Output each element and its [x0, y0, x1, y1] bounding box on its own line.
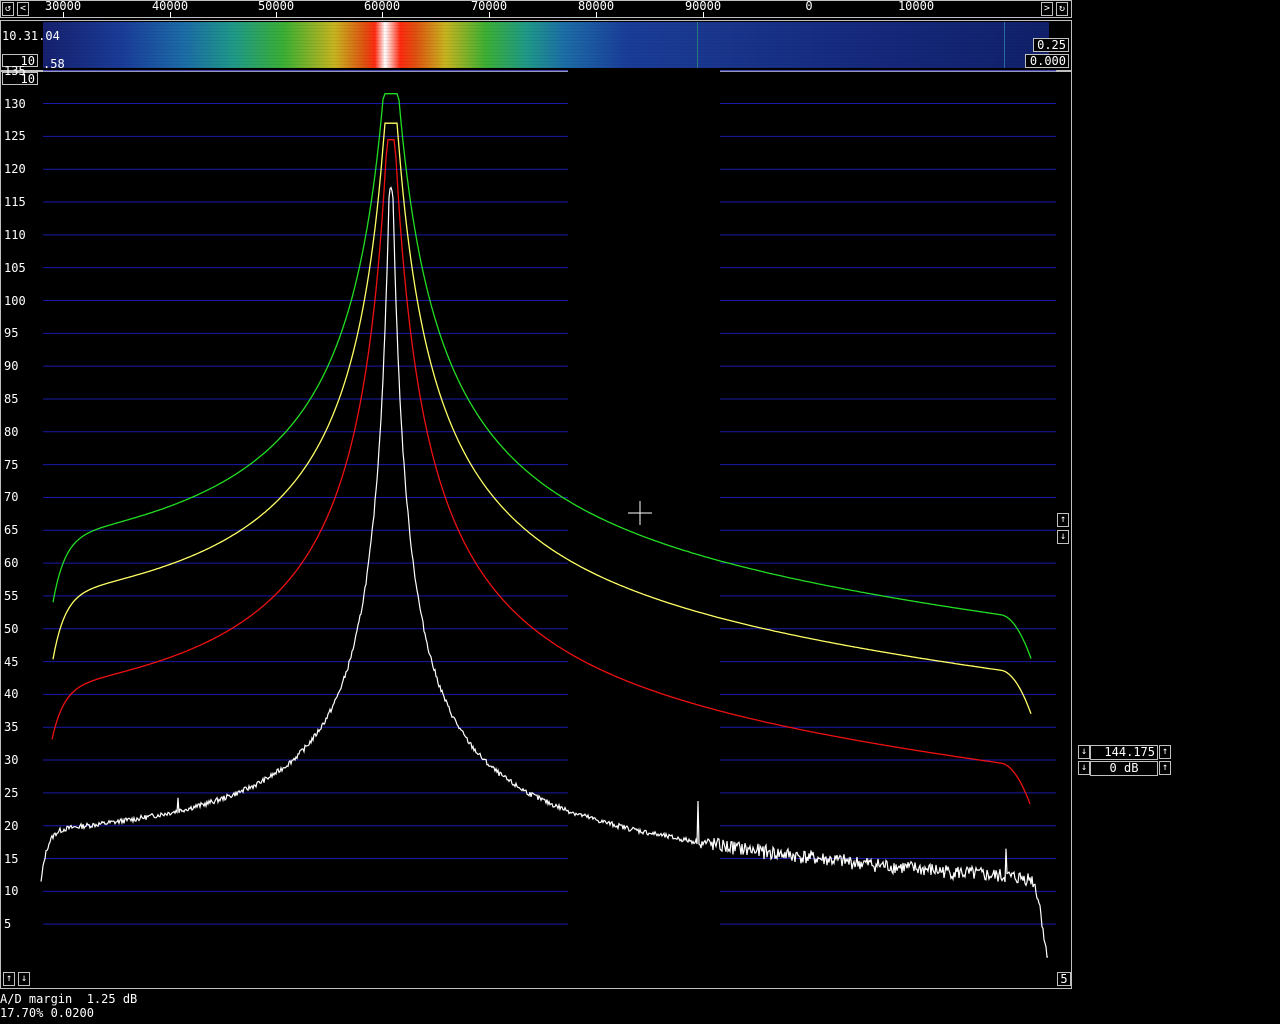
- trace-red: [51, 139, 1031, 805]
- arrow-up-icon[interactable]: ↑: [1159, 745, 1171, 759]
- arrow-up-icon[interactable]: ↑: [1159, 761, 1171, 775]
- ad-margin-text: A/D margin 1.25 dB: [0, 992, 138, 1006]
- arrow-down-icon[interactable]: ↓: [1078, 745, 1090, 759]
- arrow-down-icon[interactable]: ↓: [1057, 530, 1069, 544]
- trace-yellow: [52, 122, 1032, 715]
- trace-white: [40, 186, 1048, 958]
- arrow-up-icon[interactable]: ↑: [1057, 513, 1069, 527]
- load-text: 17.70% 0.0200: [0, 1006, 94, 1020]
- trace-green: [52, 93, 1032, 659]
- gain-box[interactable]: 0 dB: [1090, 761, 1158, 776]
- arrow-down-icon[interactable]: ↓: [1078, 761, 1090, 775]
- bottom-right-value[interactable]: 5: [1057, 972, 1071, 986]
- spectrum-plot[interactable]: [0, 0, 1072, 990]
- arrow-down-icon[interactable]: ↓: [18, 972, 30, 986]
- arrow-up-icon[interactable]: ↑: [3, 972, 15, 986]
- frequency-box[interactable]: 144.175: [1090, 745, 1158, 760]
- blank-band: [568, 70, 720, 988]
